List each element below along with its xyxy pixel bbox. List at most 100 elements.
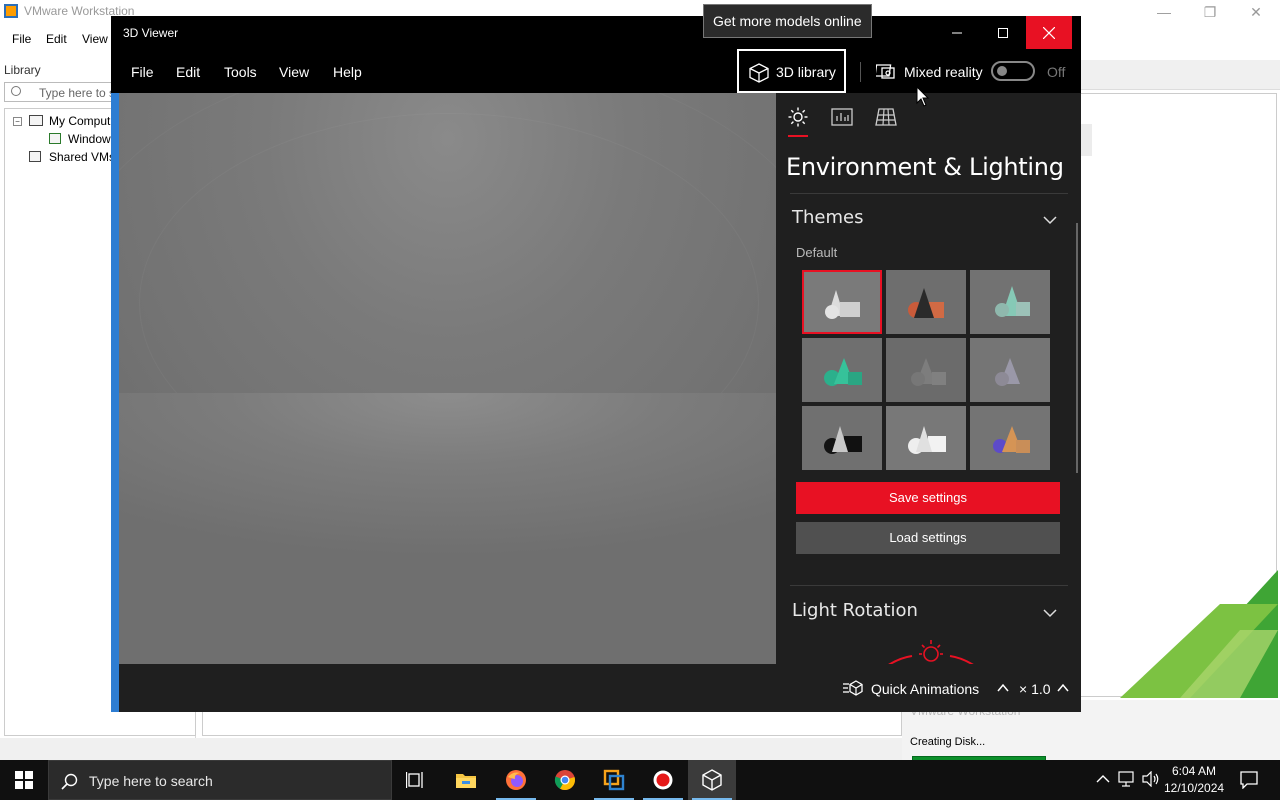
viewer-title: 3D Viewer <box>123 26 179 40</box>
theme-tile[interactable] <box>802 406 882 470</box>
environment-panel: Environment & Lighting Themes Default Sa… <box>776 93 1081 664</box>
viewport-floor <box>119 393 776 664</box>
mixed-reality-state: Off <box>1047 64 1066 80</box>
tab-lighting[interactable] <box>784 103 812 131</box>
start-button[interactable] <box>0 760 48 800</box>
notification-icon <box>1240 771 1258 789</box>
vm-icon <box>49 133 61 144</box>
task-view-button[interactable] <box>392 760 440 800</box>
panel-scrollbar[interactable] <box>1076 223 1078 473</box>
themes-chevron-down-icon[interactable] <box>1042 212 1058 228</box>
firefox-button[interactable] <box>492 760 540 800</box>
tab-grid[interactable] <box>872 103 900 131</box>
load-settings-button[interactable]: Load settings <box>796 522 1060 554</box>
viewer-close-button[interactable] <box>1026 16 1072 49</box>
theme-tile[interactable] <box>886 270 966 334</box>
viewer-maximize-button[interactable] <box>980 16 1026 49</box>
3d-viewer-taskbar-button[interactable] <box>688 760 736 800</box>
recorder-icon <box>653 770 673 790</box>
viewer-titlebar: 3D Viewer <box>111 16 1081 49</box>
vmware-leaf-graphic <box>1120 570 1278 698</box>
file-explorer-button[interactable] <box>442 760 490 800</box>
animation-speed-button[interactable]: × 1.0 <box>1019 681 1051 697</box>
computer-icon <box>29 115 43 126</box>
menu-file[interactable]: File <box>131 64 154 80</box>
tree-item-my-computer[interactable]: My Comput <box>49 114 110 128</box>
recorder-button[interactable] <box>639 760 687 800</box>
vmware-logo-icon <box>4 4 18 18</box>
theme-tile[interactable] <box>970 270 1050 334</box>
windows-logo-icon <box>15 771 33 789</box>
vmware-menubar: File Edit View <box>0 28 112 52</box>
active-tab-indicator <box>788 135 808 137</box>
vmware-tabstrip <box>1080 60 1280 90</box>
vmware-home-button[interactable] <box>1080 124 1092 156</box>
light-rotation-section-title[interactable]: Light Rotation <box>792 600 918 621</box>
vmware-console-frame <box>202 712 902 736</box>
clock-time[interactable]: 6:04 AM <box>1164 764 1224 778</box>
viewer-accent-border <box>111 93 119 712</box>
tree-item-windows[interactable]: Window <box>68 132 111 146</box>
mixed-reality-toggle[interactable] <box>991 61 1035 81</box>
clock-date[interactable]: 12/10/2024 <box>1164 781 1224 795</box>
theme-tile[interactable] <box>886 338 966 402</box>
menu-edit[interactable]: Edit <box>176 64 200 80</box>
divider <box>790 585 1068 586</box>
themes-group-label: Default <box>796 245 838 260</box>
theme-tile[interactable] <box>886 406 966 470</box>
menu-view[interactable]: View <box>279 64 309 80</box>
animations-icon <box>843 680 863 696</box>
tree-collapse-toggle[interactable]: − <box>13 117 22 126</box>
viewer-minimize-button[interactable] <box>934 16 980 49</box>
notification-center-button[interactable] <box>1232 760 1266 800</box>
chevron-up-icon[interactable] <box>1057 683 1069 693</box>
library-tooltip: Get more models online <box>703 4 872 38</box>
vmware-minimize-button[interactable]: — <box>1144 2 1184 22</box>
menu-tools[interactable]: Tools <box>224 64 257 80</box>
themes-section-title[interactable]: Themes <box>792 207 863 228</box>
library-label: Library <box>4 63 41 77</box>
3d-viewer-icon <box>702 769 722 791</box>
cube-icon <box>749 63 769 83</box>
3d-library-button[interactable]: 3D library <box>737 49 846 93</box>
minimize-icon <box>952 32 962 33</box>
shared-vms-icon <box>29 151 41 162</box>
tab-stats[interactable] <box>828 103 856 131</box>
vmware-menu-view[interactable]: View <box>82 32 108 46</box>
taskbar-search-box[interactable]: Type here to search <box>48 760 392 800</box>
vmware-restore-button[interactable]: ❐ <box>1190 2 1230 22</box>
tree-item-shared-vms[interactable]: Shared VMs <box>49 150 115 164</box>
theme-tile[interactable] <box>970 406 1050 470</box>
chevron-up-icon[interactable] <box>997 683 1009 693</box>
theme-tile[interactable] <box>970 338 1050 402</box>
chrome-icon <box>554 770 575 791</box>
quick-animations-button[interactable]: Quick Animations <box>871 681 979 697</box>
network-icon[interactable] <box>1118 771 1136 787</box>
volume-icon[interactable] <box>1142 771 1160 787</box>
menu-help[interactable]: Help <box>333 64 362 80</box>
light-rotation-chevron-down-icon[interactable] <box>1042 605 1058 621</box>
system-tray <box>1092 760 1172 800</box>
grid-icon <box>875 108 897 126</box>
task-view-icon <box>406 772 423 788</box>
vmware-task-status: Creating Disk... <box>910 736 986 748</box>
tray-overflow-chevron-icon[interactable] <box>1096 774 1110 784</box>
vmware-icon <box>603 769 625 791</box>
theme-grid <box>802 270 1052 470</box>
light-rotation-dial-icon[interactable] <box>876 638 986 664</box>
chrome-button[interactable] <box>541 760 589 800</box>
vmware-menu-edit[interactable]: Edit <box>46 32 67 46</box>
save-settings-button[interactable]: Save settings <box>796 482 1060 514</box>
vmware-menu-file[interactable]: File <box>12 32 31 46</box>
3d-library-label: 3D library <box>776 64 836 80</box>
toggle-knob <box>997 66 1007 76</box>
library-search-placeholder: Type here to s <box>39 86 116 100</box>
stats-icon <box>831 108 853 126</box>
theme-tile[interactable] <box>802 270 882 334</box>
3d-viewport[interactable] <box>119 93 776 664</box>
maximize-icon <box>998 27 1008 38</box>
vmware-button[interactable] <box>590 760 638 800</box>
mixed-reality-label: Mixed reality <box>904 64 983 80</box>
theme-tile[interactable] <box>802 338 882 402</box>
vmware-close-button[interactable]: ✕ <box>1236 2 1276 22</box>
